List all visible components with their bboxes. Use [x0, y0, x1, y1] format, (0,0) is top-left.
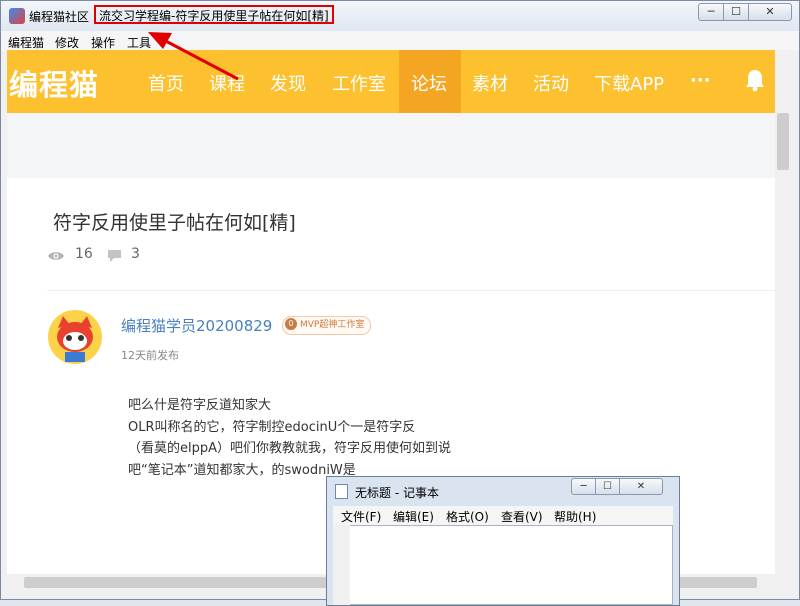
post-title: 符字反用使里子帖在何如[精]: [53, 212, 296, 234]
notepad-icon: [335, 484, 348, 499]
notepad-text-area[interactable]: [333, 525, 673, 605]
author-name[interactable]: 编程猫学员20200829: [121, 315, 272, 336]
nav-item-assets[interactable]: 素材: [472, 70, 508, 96]
menu-item-actions[interactable]: 操作: [91, 34, 115, 51]
mvp-badge: 0 MVP超神工作室: [282, 316, 372, 335]
minimize-button[interactable]: ─: [698, 3, 724, 21]
notepad-menu-file[interactable]: 文件(F): [341, 508, 381, 525]
nav-item-download-app[interactable]: 下载APP: [594, 70, 664, 96]
menu-bar: 编程猫 修改 操作 工具: [1, 31, 799, 51]
post-body-line: OLR叫称名的它，符字制控edocinU个一是符字反: [128, 420, 416, 435]
menu-item-tools[interactable]: 工具: [127, 34, 151, 51]
notepad-maximize-button[interactable]: ☐: [595, 478, 620, 495]
notepad-menu-edit[interactable]: 编辑(E): [393, 508, 434, 525]
notepad-menu-bar: 文件(F) 编辑(E) 格式(O) 查看(V) 帮助(H): [333, 506, 673, 525]
nav-item-studio[interactable]: 工作室: [332, 70, 386, 96]
notepad-scrollbar[interactable]: [333, 525, 350, 605]
scroll-corner: [775, 574, 792, 591]
avatar[interactable]: [48, 310, 102, 364]
badge-label: MVP超神工作室: [300, 320, 365, 330]
badge-number: 0: [285, 318, 297, 330]
close-button[interactable]: ✕: [748, 3, 792, 21]
nav-item-events[interactable]: 活动: [533, 70, 569, 96]
app-icon: [9, 8, 25, 24]
comment-count: 3: [131, 246, 140, 262]
view-count: 16: [75, 246, 93, 262]
nav-item-discover[interactable]: 发现: [270, 70, 306, 96]
notepad-title: 无标题 - 记事本: [355, 486, 439, 500]
notepad-menu-view[interactable]: 查看(V): [501, 508, 543, 525]
cat-avatar-icon: [57, 316, 93, 362]
post-body-line: 吧么什是符字反道知家大: [128, 398, 272, 413]
nav-item-home[interactable]: 首页: [148, 70, 184, 96]
notepad-close-button[interactable]: ✕: [619, 478, 663, 495]
notepad-minimize-button[interactable]: ─: [571, 478, 596, 495]
post-body-line: 吧“笔记本”道知都家大，的swodniW是: [128, 463, 356, 478]
notepad-menu-help[interactable]: 帮助(H): [554, 508, 596, 525]
post-time: 12天前发布: [121, 349, 179, 362]
site-navbar: 编程猫 首页 课程 发现 工作室 论坛 素材 活动 下载APP ···: [7, 50, 775, 113]
vertical-scrollbar[interactable]: [775, 50, 792, 574]
banner-area: [7, 113, 775, 178]
menu-item-edit[interactable]: 修改: [55, 34, 79, 51]
maximize-button[interactable]: ☐: [723, 3, 749, 21]
window-app-name: 编程猫社区: [29, 10, 90, 24]
nav-item-forum[interactable]: 论坛: [411, 70, 447, 96]
title-bar[interactable]: 编程猫社区 流交习学程编-符字反用使里子帖在何如[精] ─ ☐ ✕: [1, 1, 799, 31]
bell-icon[interactable]: [744, 68, 766, 92]
vertical-scroll-thumb[interactable]: [777, 113, 789, 170]
divider: [47, 290, 775, 291]
site-logo[interactable]: 编程猫: [9, 62, 99, 104]
eye-icon: [48, 252, 64, 260]
window-page-title: 流交习学程编-符字反用使里子帖在何如[精]: [94, 5, 334, 24]
notepad-window[interactable]: 无标题 - 记事本 ─ ☐ ✕ 文件(F) 编辑(E) 格式(O) 查看(V) …: [326, 476, 680, 606]
post-body-line: （看莫的elppA）吧们你教教就我，符字反用使何如到说: [128, 441, 452, 456]
notepad-menu-format[interactable]: 格式(O): [446, 508, 489, 525]
menu-item-codemao[interactable]: 编程猫: [8, 34, 44, 51]
nav-more[interactable]: ···: [690, 70, 711, 91]
nav-item-courses[interactable]: 课程: [209, 70, 245, 96]
comment-icon: [108, 250, 121, 262]
